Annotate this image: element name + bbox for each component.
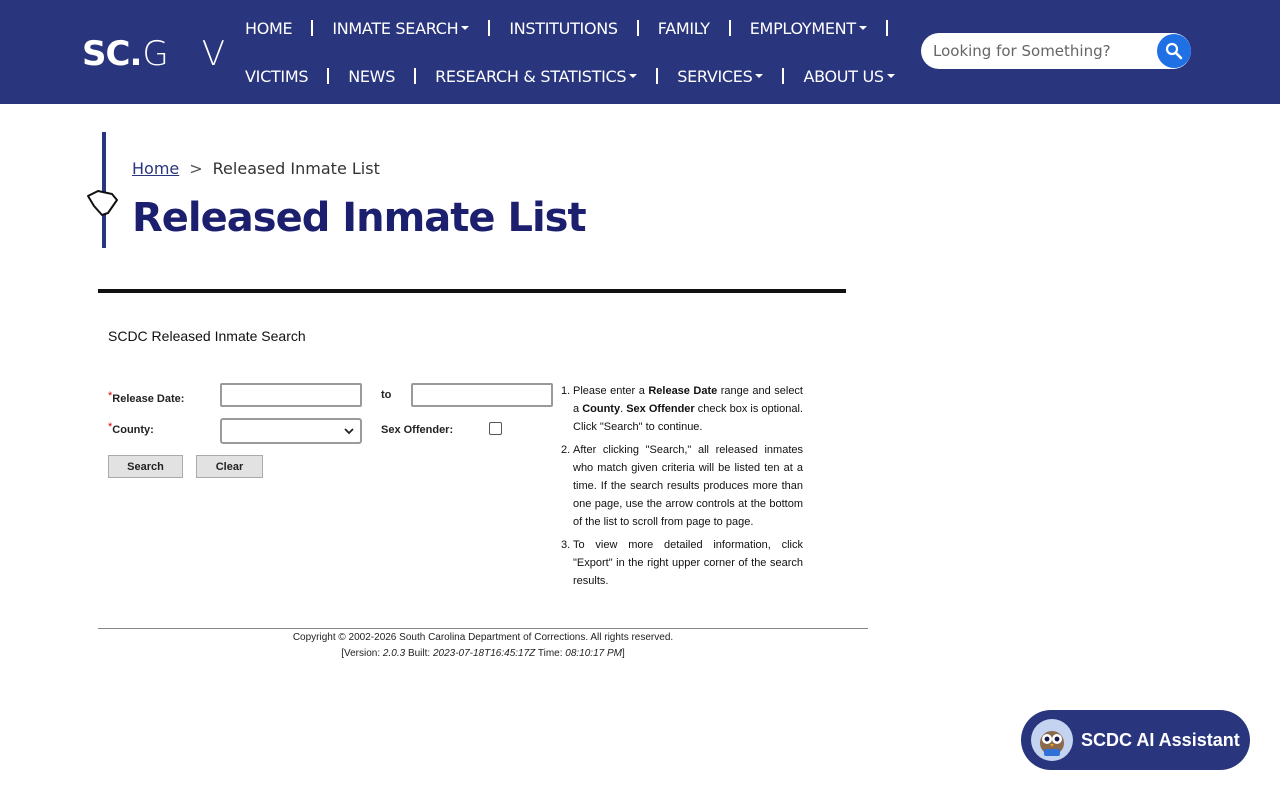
county-select[interactable]	[220, 418, 362, 444]
south-carolina-outline-icon	[87, 190, 118, 216]
nav-services[interactable]: SERVICES	[658, 67, 782, 86]
chevron-down-icon	[344, 428, 354, 435]
logo-dot: .	[129, 34, 143, 74]
breadcrumb-current: Released Inmate List	[212, 159, 380, 178]
sex-offender-checkbox[interactable]	[489, 422, 502, 435]
caret-down-icon	[858, 26, 867, 30]
sc-gov-logo[interactable]: SC . G V	[82, 34, 226, 74]
caret-down-icon	[461, 26, 470, 30]
breadcrumb: Home > Released Inmate List	[132, 159, 380, 178]
logo-sc-text: SC	[82, 34, 130, 74]
breadcrumb-separator: >	[189, 159, 203, 178]
instruction-item: 3. To view more detailed information, cl…	[561, 539, 803, 587]
title-divider	[98, 289, 846, 293]
footer: Copyright © 2002-2026 South Carolina Dep…	[98, 630, 868, 662]
copyright-text: Copyright © 2002-2026 South Carolina Dep…	[292, 632, 674, 643]
nav-secondary-row: VICTIMS NEWS RESEARCH & STATISTICS SERVI…	[226, 64, 914, 88]
form-heading: SCDC Released Inmate Search	[108, 328, 306, 344]
search-instructions: 1. Please enter a Release Date range and…	[561, 382, 803, 595]
nav-inmate-search[interactable]: INMATE SEARCH	[313, 19, 488, 38]
logo-gov-text: G V	[142, 34, 226, 74]
caret-down-icon	[629, 74, 638, 78]
search-icon	[1165, 42, 1183, 60]
ai-assistant-button[interactable]: SCDC AI Assistant	[1021, 710, 1250, 770]
instruction-item: 1. Please enter a Release Date range and…	[561, 385, 803, 433]
sex-offender-label: Sex Offender:	[381, 424, 454, 436]
site-header: SC . G V HOME INMATE SEARCH INSTITUTIONS…	[0, 0, 1280, 104]
version-info: [Version: 2.0.3 Built: 2023-07-18T16:45:…	[341, 648, 625, 659]
page-title: Released Inmate List	[132, 195, 587, 241]
caret-down-icon	[886, 74, 895, 78]
release-date-to-label: to	[381, 389, 392, 401]
required-asterisk: *	[108, 390, 113, 402]
nav-research-statistics[interactable]: RESEARCH & STATISTICS	[416, 67, 656, 86]
required-asterisk: *	[108, 421, 113, 433]
crescent-moon-icon	[175, 44, 196, 63]
nav-victims[interactable]: VICTIMS	[226, 67, 327, 86]
nav-home[interactable]: HOME	[226, 19, 311, 38]
nav-employment[interactable]: EMPLOYMENT	[731, 19, 886, 38]
county-label: *County:	[108, 421, 154, 436]
search-button[interactable]: Search	[108, 455, 183, 478]
ai-assistant-label: SCDC AI Assistant	[1081, 729, 1240, 750]
nav-about-us[interactable]: ABOUT US	[784, 67, 913, 86]
caret-down-icon	[755, 74, 764, 78]
breadcrumb-home-link[interactable]: Home	[132, 159, 179, 178]
site-search-input[interactable]	[933, 40, 1153, 62]
release-date-label: *Release Date:	[108, 390, 185, 405]
instruction-item: 2. After clicking "Search," all released…	[561, 444, 803, 528]
clear-button[interactable]: Clear	[196, 455, 263, 478]
release-date-to-input[interactable]	[411, 383, 553, 407]
nav-institutions[interactable]: INSTITUTIONS	[490, 19, 636, 38]
site-search	[921, 33, 1191, 69]
nav-primary-row: HOME INMATE SEARCH INSTITUTIONS FAMILY E…	[226, 16, 888, 40]
nav-family[interactable]: FAMILY	[639, 19, 729, 38]
release-date-from-input[interactable]	[220, 383, 362, 407]
nav-divider	[885, 20, 888, 36]
logo-g: G	[142, 34, 170, 74]
owl-avatar-icon	[1031, 719, 1073, 761]
logo-v: V	[201, 34, 226, 74]
site-search-button[interactable]	[1157, 34, 1191, 68]
footer-divider	[98, 628, 868, 629]
nav-news[interactable]: NEWS	[329, 67, 414, 86]
